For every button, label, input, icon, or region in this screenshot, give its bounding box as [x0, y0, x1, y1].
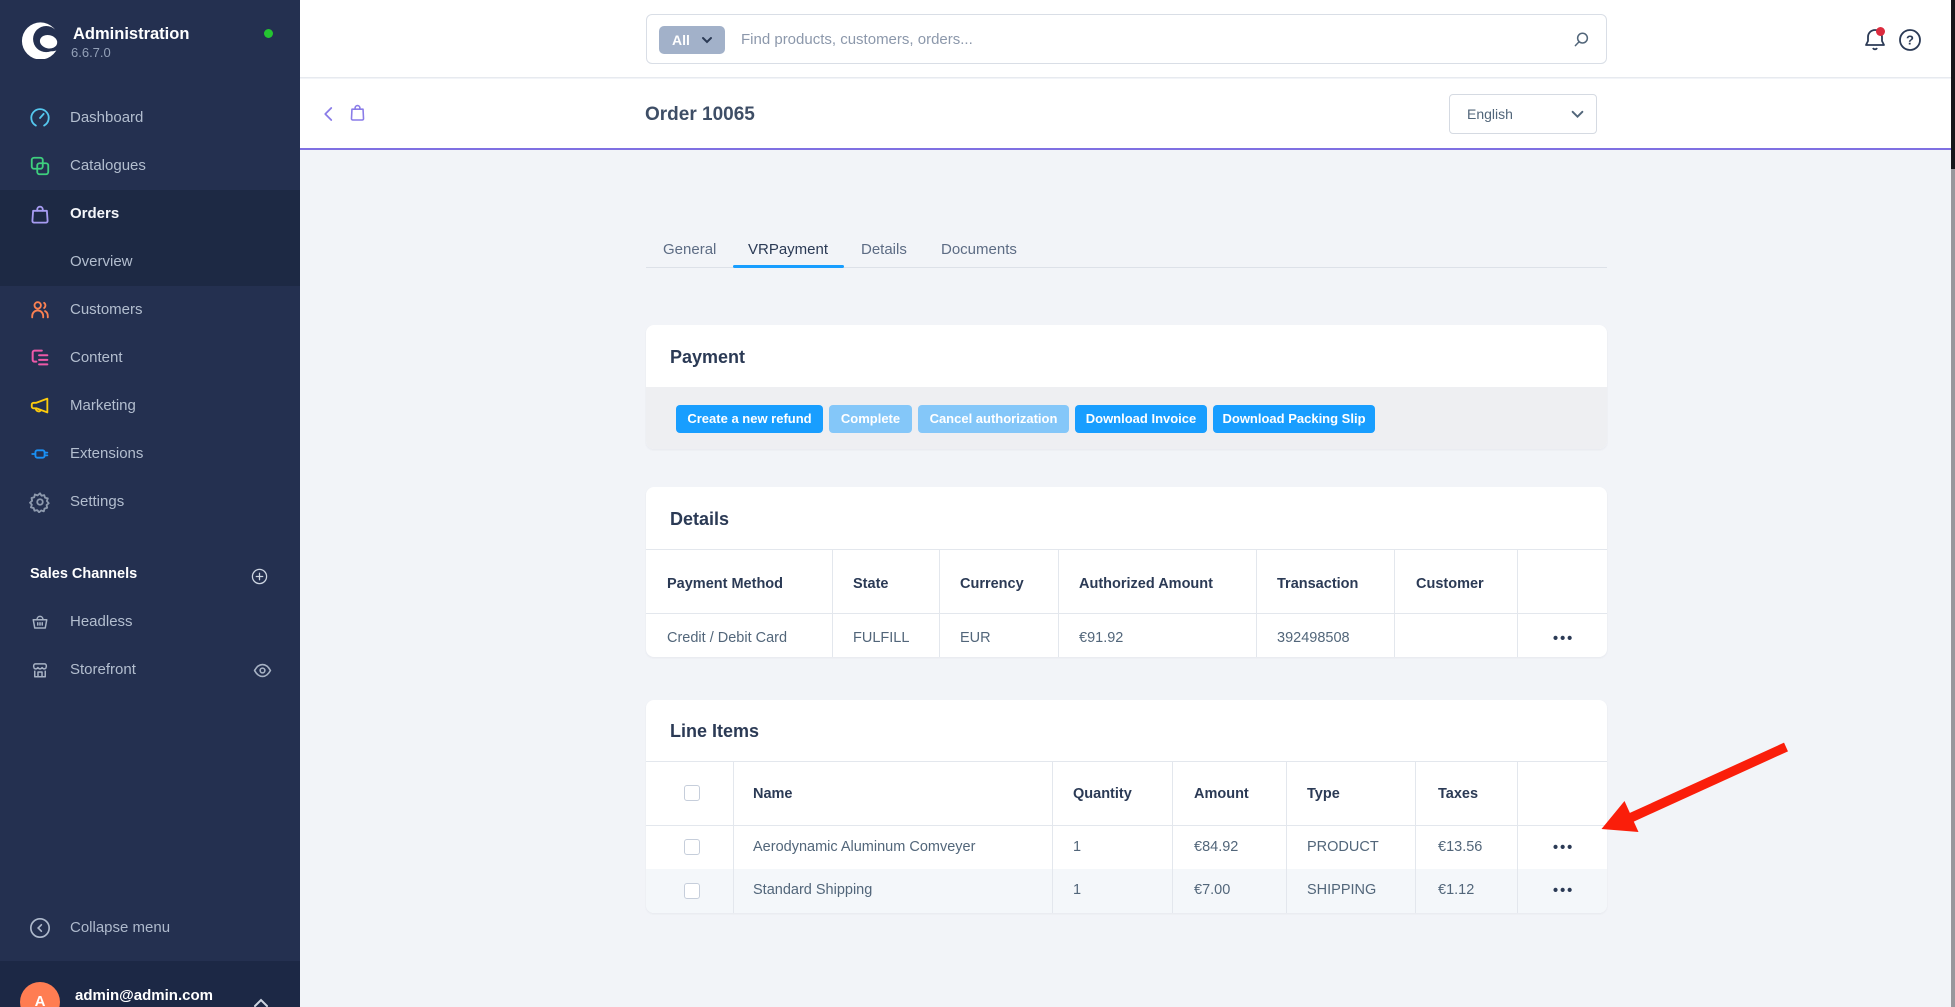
svg-text:?: ?: [1906, 33, 1914, 48]
